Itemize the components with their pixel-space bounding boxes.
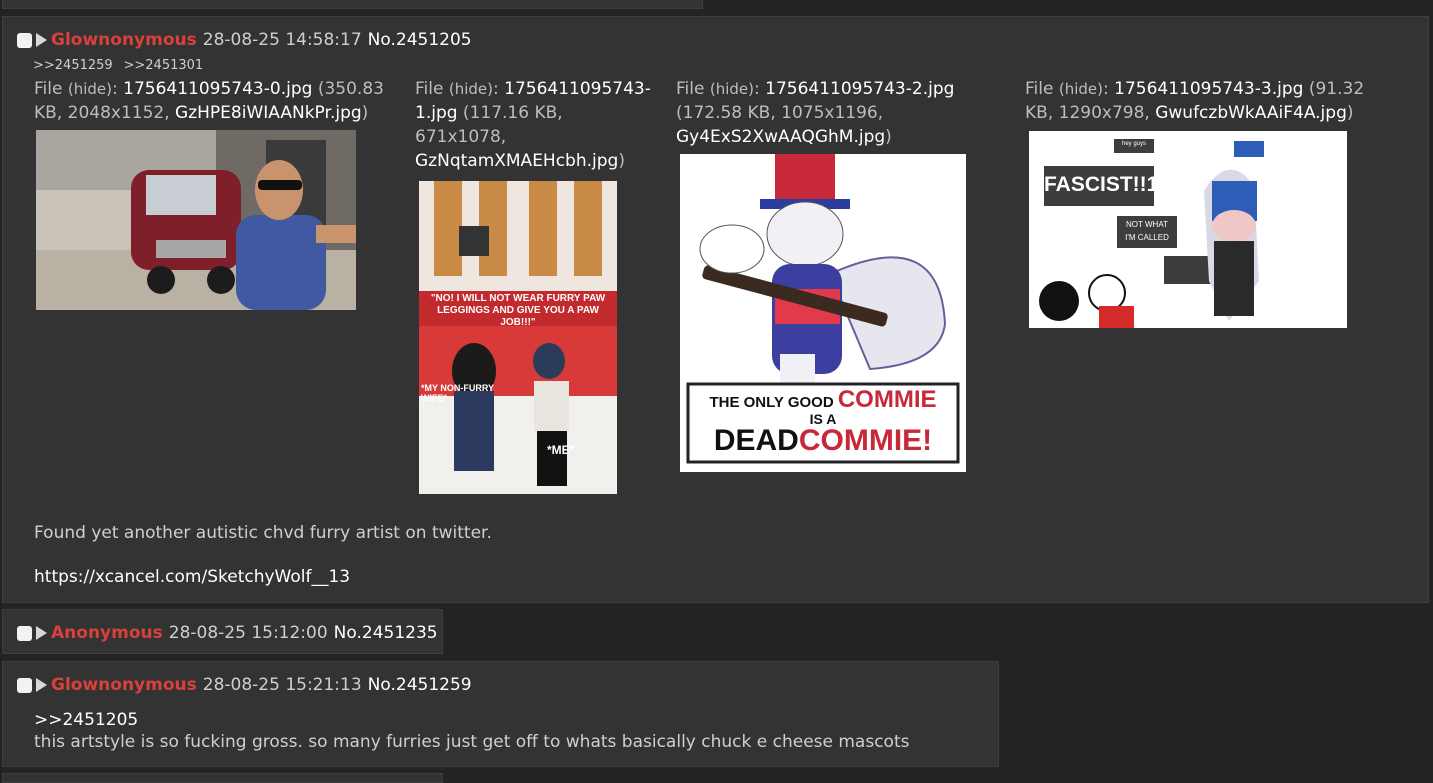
- backlinks: >>2451259 >>2451301: [33, 55, 203, 75]
- thumbnail-commie[interactable]: THE ONLY GOOD COMMIE IS A DEADCOMMIE!: [680, 154, 966, 472]
- original-file-name[interactable]: GzHPE8iWIAANkPr.jpg: [175, 103, 362, 123]
- post-header: Glownonymous 28-08-25 15:21:13 No.245125…: [17, 675, 472, 695]
- comic-caption: "NO! I WILL NOT WEAR FURRY PAW LEGGINGS …: [430, 293, 606, 328]
- post-2451205: Glownonymous 28-08-25 14:58:17 No.245120…: [2, 16, 1429, 603]
- post-message: Found yet another autistic chvd furry ar…: [34, 523, 492, 543]
- quote-link[interactable]: >>2451205: [34, 710, 138, 730]
- post-date: 28-08-25 14:58:17: [202, 30, 362, 50]
- post-2451235: Anonymous 28-08-25 15:12:00 No.2451235: [2, 609, 443, 654]
- post-message: this artstyle is so fucking gross. so ma…: [34, 732, 910, 752]
- file-info: File (hide): 1756411095743-2.jpg (172.58…: [676, 79, 955, 147]
- fascist-notwhat: NOT WHAT I'M CALLED: [1125, 220, 1169, 242]
- original-file-name[interactable]: GwufczbWkAAiF4A.jpg: [1155, 103, 1347, 123]
- comic-label-wife: *MY NON-FURRY WIFE*: [421, 383, 495, 403]
- post-external-link[interactable]: https://xcancel.com/SketchyWolf__13: [34, 567, 350, 587]
- file-name-link[interactable]: 1756411095743-2.jpg: [765, 79, 954, 99]
- fascist-heyguys: hey guys: [1121, 141, 1146, 147]
- hide-file-link[interactable]: (hide): [68, 80, 112, 98]
- file-name-link[interactable]: 1756411095743-3.jpg: [1114, 79, 1303, 99]
- backlink[interactable]: >>2451301: [124, 58, 204, 73]
- commie-text: THE ONLY GOOD COMMIE IS A DEADCOMMIE!: [709, 386, 937, 457]
- thumbnail-selfie[interactable]: [36, 130, 356, 310]
- comic-label-me: *ME*: [547, 443, 575, 457]
- post-menu-arrow-icon[interactable]: [36, 678, 47, 692]
- post-number-link[interactable]: No.2451205: [368, 30, 472, 50]
- post-checkbox[interactable]: [17, 32, 32, 48]
- hide-file-link[interactable]: (hide): [449, 80, 493, 98]
- original-file-name[interactable]: GzNqtamXMAEHcbh.jpg: [415, 151, 618, 171]
- file-info: File (hide): 1756411095743-0.jpg (350.83…: [34, 79, 384, 123]
- file-info: File (hide): 1756411095743-3.jpg (91.32 …: [1025, 79, 1365, 123]
- poster-name: Glownonymous: [51, 30, 197, 50]
- poster-name: Anonymous: [51, 623, 163, 643]
- original-file-name[interactable]: Gy4ExS2XwAAQGhM.jpg: [676, 127, 885, 147]
- post-menu-arrow-icon[interactable]: [36, 33, 47, 47]
- post-number-link[interactable]: No.2451259: [368, 675, 472, 695]
- next-post-edge: [2, 773, 443, 783]
- file-info: File (hide): 1756411095743-1.jpg (117.16…: [415, 79, 651, 171]
- post-checkbox[interactable]: [17, 677, 32, 693]
- post-checkbox[interactable]: [17, 625, 32, 641]
- post-header: Anonymous 28-08-25 15:12:00 No.2451235: [17, 623, 438, 643]
- backlink[interactable]: >>2451259: [33, 58, 113, 73]
- poster-name: Glownonymous: [51, 675, 197, 695]
- previous-post-edge: [2, 0, 703, 9]
- file-name-link[interactable]: 1756411095743-0.jpg: [123, 79, 312, 99]
- post-2451259: Glownonymous 28-08-25 15:21:13 No.245125…: [2, 661, 999, 767]
- hide-file-link[interactable]: (hide): [710, 80, 754, 98]
- fascist-label: FASCIST!!1!: [1044, 173, 1166, 196]
- post-header: Glownonymous 28-08-25 14:58:17 No.245120…: [17, 30, 472, 50]
- hide-file-link[interactable]: (hide): [1059, 80, 1103, 98]
- post-menu-arrow-icon[interactable]: [36, 626, 47, 640]
- thumbnail-fascist[interactable]: hey guys FASCIST!!1! NOT WHAT I'M CALLED: [1029, 131, 1347, 328]
- post-date: 28-08-25 15:21:13: [202, 675, 362, 695]
- post-number-link[interactable]: No.2451235: [334, 623, 438, 643]
- post-date: 28-08-25 15:12:00: [168, 623, 328, 643]
- thumbnail-comic[interactable]: "NO! I WILL NOT WEAR FURRY PAW LEGGINGS …: [419, 181, 617, 494]
